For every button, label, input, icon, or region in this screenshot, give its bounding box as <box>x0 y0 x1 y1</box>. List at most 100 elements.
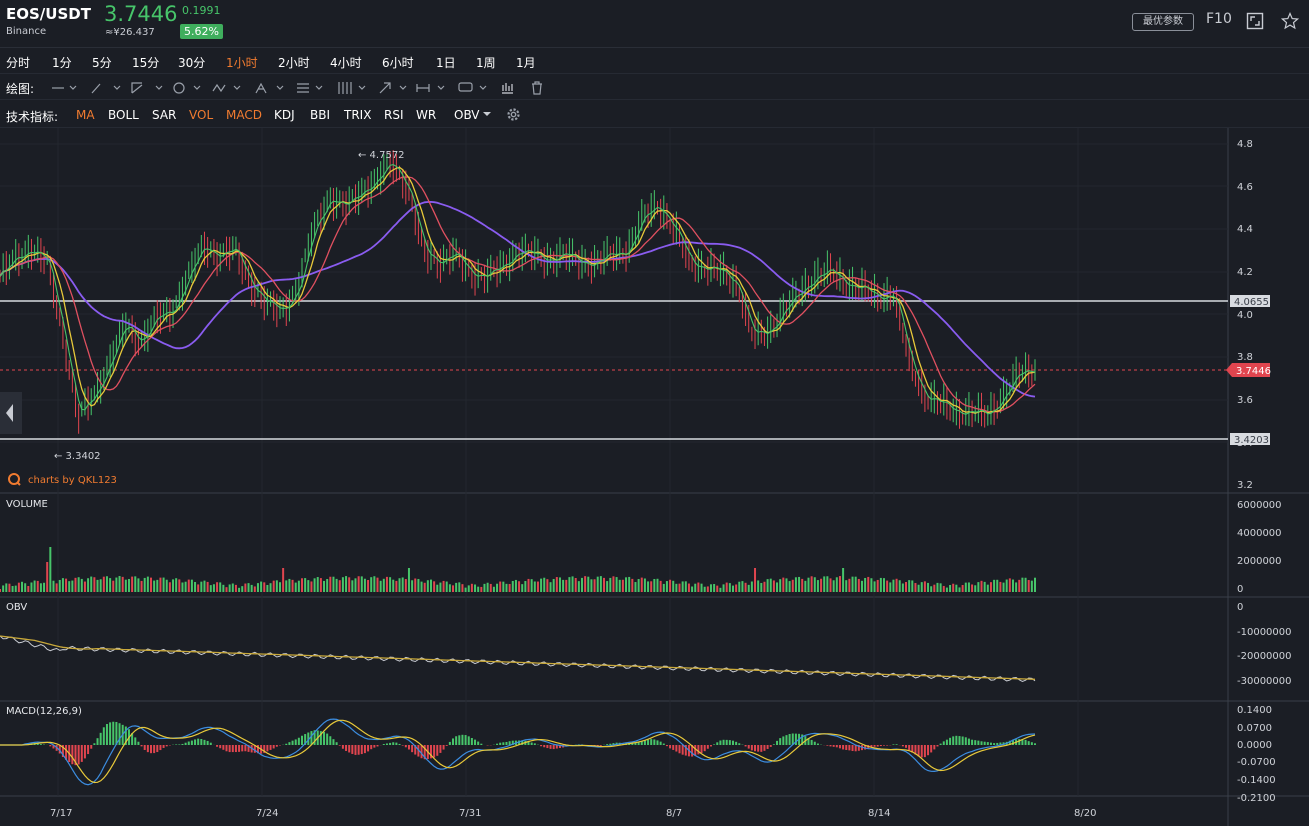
macd-bar <box>234 745 237 753</box>
chart-area[interactable]: ← 4.7572 ← 3.3402 charts by QKL123 4.8 4… <box>0 128 1309 826</box>
trendline-tool-icon[interactable] <box>131 82 163 94</box>
horizontal-line-tool-icon[interactable] <box>52 85 77 90</box>
volume-bar <box>514 579 517 592</box>
volume-bar <box>190 579 193 592</box>
bar-style-icon[interactable] <box>502 83 513 94</box>
indicator-toolbar: 技术指标: MA BOLL SAR VOL MACD KDJ BBI TRIX … <box>0 100 1309 128</box>
macd-bar <box>508 741 511 745</box>
y-tick: 4000000 <box>1237 528 1282 539</box>
fullscreen-icon[interactable] <box>1246 12 1264 30</box>
volume-bar <box>373 576 376 592</box>
interval-tab[interactable]: 2小时 <box>278 54 310 71</box>
optimal-params-button[interactable]: 最优参数 <box>1132 13 1194 31</box>
volume-bar <box>920 582 923 592</box>
macd-bar <box>225 745 228 752</box>
macd-bar <box>288 742 291 745</box>
volume-bar <box>433 581 436 592</box>
volume-bar <box>722 584 725 592</box>
indicator-obv[interactable]: OBV <box>454 108 480 122</box>
volume-bar <box>747 584 750 592</box>
interval-tab[interactable]: 30分 <box>178 54 205 71</box>
fibonacci-tool-icon[interactable] <box>297 83 323 93</box>
volume-bar <box>562 579 565 592</box>
pen-tool-icon[interactable] <box>91 83 121 94</box>
volume-bar <box>71 580 74 592</box>
volume-bar <box>606 581 609 592</box>
volume-bar <box>766 579 769 592</box>
y-tick: -0.0700 <box>1237 757 1276 768</box>
y-tick: 0 <box>1237 602 1243 613</box>
indicator-trix[interactable]: TRIX <box>344 108 371 122</box>
interval-tab[interactable]: 分时 <box>6 54 30 71</box>
volume-bar <box>757 580 760 592</box>
gear-icon[interactable] <box>506 107 521 122</box>
interval-tab[interactable]: 1月 <box>516 54 536 71</box>
volume-bar <box>760 583 763 592</box>
pair-name[interactable]: EOS/USDT <box>6 5 91 23</box>
macd-bar <box>546 745 549 749</box>
volume-bar <box>603 577 606 592</box>
indicator-ma[interactable]: MA <box>76 108 95 122</box>
f10-button[interactable]: F10 <box>1206 11 1232 27</box>
interval-tab[interactable]: 4小时 <box>330 54 362 71</box>
volume-bar <box>835 577 838 592</box>
volume-bar <box>873 581 876 592</box>
interval-tab[interactable]: 5分 <box>92 54 112 71</box>
y-tick: 4.4 <box>1237 224 1253 235</box>
y-tick: 2000000 <box>1237 556 1282 567</box>
volume-bar <box>184 581 187 592</box>
interval-tab[interactable]: 1分 <box>52 54 72 71</box>
volume-bar <box>587 576 590 592</box>
circle-tool-icon[interactable] <box>173 82 201 94</box>
zigzag-tool-icon[interactable] <box>212 83 241 93</box>
volume-bar <box>791 579 794 592</box>
interval-tab[interactable]: 15分 <box>132 54 159 71</box>
comment-tool-icon[interactable] <box>458 82 487 92</box>
volume-bar <box>505 583 508 592</box>
interval-tab[interactable]: 6小时 <box>382 54 414 71</box>
indicator-wr[interactable]: WR <box>416 108 436 122</box>
macd-bar <box>190 740 193 745</box>
interval-tab[interactable]: 1周 <box>476 54 496 71</box>
indicator-vol[interactable]: VOL <box>189 108 213 122</box>
volume-bar <box>33 580 36 592</box>
volume-bar <box>876 579 879 592</box>
trash-icon[interactable] <box>532 81 542 95</box>
y-tick: 4.6 <box>1237 182 1253 193</box>
macd-bar <box>961 736 964 745</box>
channel-tool-icon[interactable] <box>338 82 366 94</box>
macd-bar <box>552 745 555 750</box>
volume-bar <box>5 583 8 592</box>
macd-bar <box>115 721 118 745</box>
macd-bar <box>993 743 996 745</box>
indicator-sar[interactable]: SAR <box>152 108 176 122</box>
volume-bar <box>429 579 432 592</box>
interval-tab[interactable]: 1日 <box>436 54 456 71</box>
interval-tab-active[interactable]: 1小时 <box>226 54 258 71</box>
indicator-kdj[interactable]: KDJ <box>274 108 295 122</box>
volume-bar <box>1034 577 1036 592</box>
volume-bar <box>17 582 20 592</box>
arrow-tool-icon[interactable] <box>379 82 407 94</box>
pattern-tool-icon[interactable] <box>255 82 284 94</box>
volume-bar <box>241 586 244 592</box>
volume-bar <box>625 577 628 592</box>
indicator-bbi[interactable]: BBI <box>310 108 330 122</box>
measure-tool-icon[interactable] <box>416 84 445 92</box>
indicator-boll[interactable]: BOLL <box>108 108 139 122</box>
macd-bar <box>706 745 709 749</box>
volume-bar <box>480 586 483 592</box>
macd-bar <box>87 745 90 755</box>
volume-bar <box>109 578 112 592</box>
macd-bar <box>700 745 703 754</box>
volume-bar <box>1015 582 1018 592</box>
macd-bar <box>842 745 845 750</box>
indicator-macd[interactable]: MACD <box>226 108 262 122</box>
macd-bar <box>382 744 385 745</box>
indicator-rsi[interactable]: RSI <box>384 108 404 122</box>
star-icon[interactable] <box>1280 11 1300 30</box>
volume-bar <box>939 583 942 592</box>
obv-dropdown-icon[interactable] <box>482 110 492 118</box>
macd-bar <box>499 742 502 745</box>
volume-bar <box>816 580 819 592</box>
